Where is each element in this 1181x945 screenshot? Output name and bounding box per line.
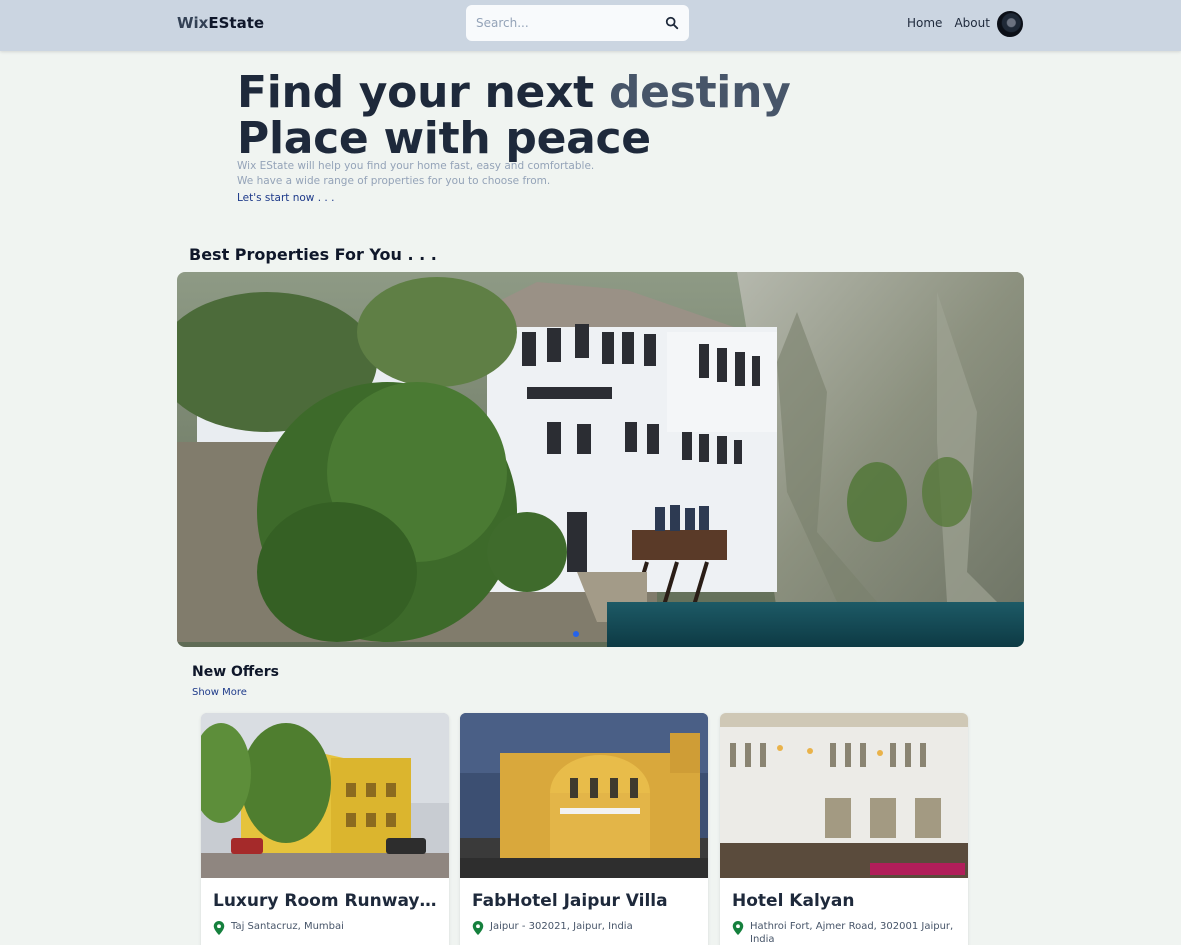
offer-card-title: Luxury Room Runway V... — [213, 891, 441, 911]
offer-card-location-text: Jaipur - 302021, Jaipur, India — [490, 921, 633, 932]
offer-card-location-text: Hathroi Fort, Ajmer Road, 302001 Jaipur,… — [750, 921, 954, 945]
offer-card-image — [201, 713, 449, 878]
nav-link-home[interactable]: Home — [907, 16, 942, 30]
hero-desc-line2: We have a wide range of properties for y… — [237, 175, 551, 187]
offer-card-location: Jaipur - 302021, Jaipur, India — [472, 920, 700, 935]
hero-title: Find your next destiny Place with peace — [237, 70, 791, 162]
offer-card[interactable]: FabHotel Jaipur Villa Jaipur - 302021, J… — [460, 713, 708, 945]
featured-property-image[interactable] — [177, 272, 1024, 647]
offer-card-title: Hotel Kalyan — [732, 891, 855, 911]
hero-line2: Place with peace — [237, 113, 651, 164]
carousel-indicator[interactable] — [573, 631, 579, 637]
hero-line1-accent: destiny — [608, 67, 791, 118]
location-pin-icon — [472, 921, 484, 935]
location-pin-icon — [213, 921, 225, 935]
offer-card[interactable]: Luxury Room Runway V... Taj Santacruz, M… — [201, 713, 449, 945]
navbar: WixEState Home About — [0, 0, 1181, 51]
search-input[interactable] — [476, 16, 665, 30]
hero-line1: Find your next — [237, 67, 609, 118]
featured-title: Best Properties For You . . . — [189, 245, 437, 264]
offer-card[interactable]: Hotel Kalyan Hathroi Fort, Ajmer Road, 3… — [720, 713, 968, 945]
offers-title: New Offers — [192, 664, 279, 680]
offer-card-location: Hathroi Fort, Ajmer Road, 302001 Jaipur,… — [732, 920, 960, 945]
search-icon[interactable] — [665, 16, 679, 30]
search-bar — [466, 5, 689, 41]
offer-card-image — [460, 713, 708, 878]
brand-logo[interactable]: WixEState — [177, 14, 264, 32]
offer-card-location: Taj Santacruz, Mumbai — [213, 920, 441, 935]
hero-description: Wix EState will help you find your home … — [237, 159, 594, 189]
offer-card-image — [720, 713, 968, 878]
offer-card-title: FabHotel Jaipur Villa — [472, 891, 668, 911]
show-more-link[interactable]: Show More — [192, 687, 247, 698]
location-pin-icon — [732, 921, 744, 935]
avatar[interactable] — [996, 10, 1024, 38]
offer-card-location-text: Taj Santacruz, Mumbai — [231, 921, 344, 932]
brand-prefix: Wix — [177, 14, 209, 32]
brand-suffix: EState — [208, 14, 265, 32]
nav-link-about[interactable]: About — [954, 16, 989, 30]
start-now-link[interactable]: Let's start now . . . — [237, 192, 334, 204]
hero-desc-line1: Wix EState will help you find your home … — [237, 160, 595, 172]
nav-links: Home About — [907, 16, 990, 30]
